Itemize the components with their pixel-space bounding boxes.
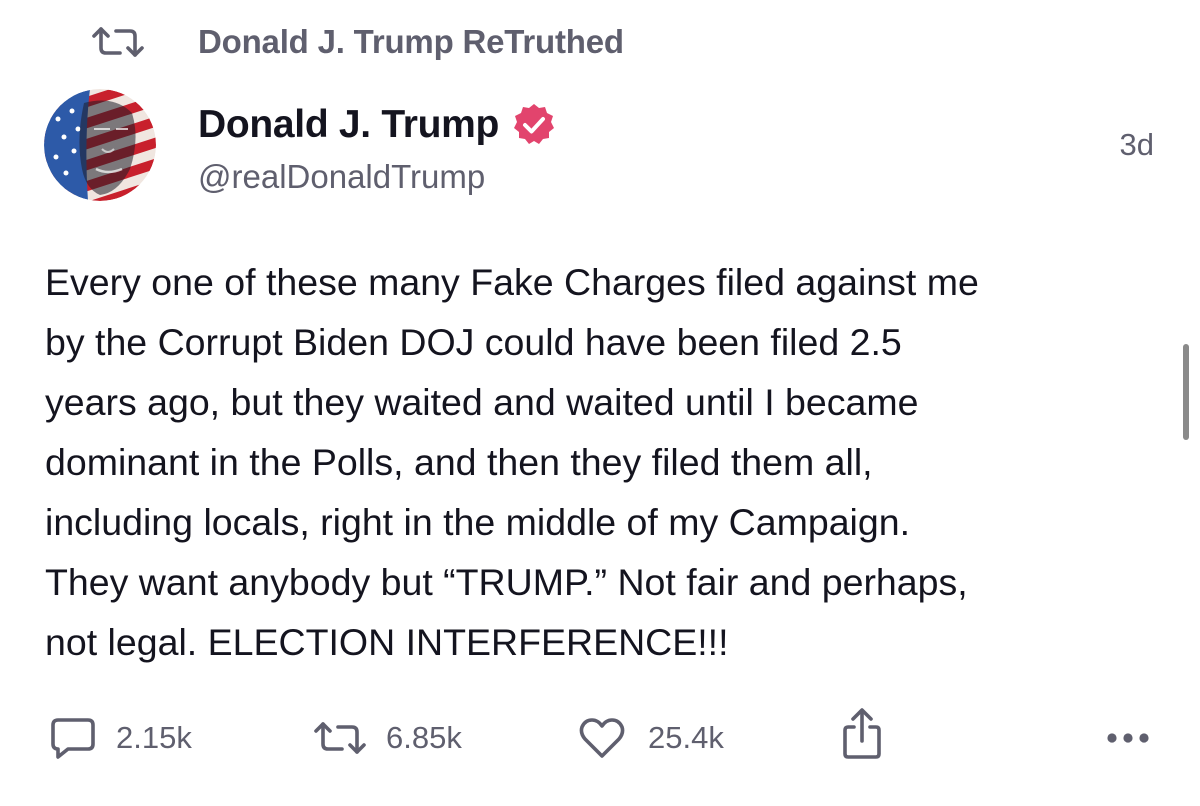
more-button[interactable] bbox=[1106, 712, 1150, 764]
post-body: Every one of these many Fake Charges fil… bbox=[45, 252, 1160, 672]
post-text-line: not legal. ELECTION INTERFERENCE!!! bbox=[45, 621, 729, 663]
like-count: 25.4k bbox=[648, 720, 724, 755]
retruth-icon bbox=[90, 22, 146, 62]
post-text-line: dominant in the Polls, and then they fil… bbox=[45, 441, 873, 483]
more-icon bbox=[1106, 732, 1150, 744]
share-icon bbox=[840, 707, 884, 761]
retruth-count: 6.85k bbox=[386, 720, 462, 755]
retruth-header[interactable]: Donald J. Trump ReTruthed bbox=[90, 18, 624, 66]
post-text-line: Every one of these many Fake Charges fil… bbox=[45, 261, 979, 303]
post-text-line: years ago, but they waited and waited un… bbox=[45, 381, 919, 423]
heart-icon bbox=[578, 716, 626, 760]
author-name-row[interactable]: Donald J. Trump bbox=[198, 98, 557, 152]
reply-button[interactable]: 2.15k bbox=[50, 712, 192, 764]
post-text-line: by the Corrupt Biden DOJ could have been… bbox=[45, 321, 902, 363]
post-text-line: They want anybody but “TRUMP.” Not fair … bbox=[45, 561, 968, 603]
retruth-button[interactable]: 6.85k bbox=[312, 712, 462, 764]
retruth-label: Donald J. Trump ReTruthed bbox=[198, 23, 624, 60]
verified-badge-icon bbox=[511, 102, 557, 148]
timestamp[interactable]: 3d bbox=[1120, 127, 1154, 163]
author-handle[interactable]: @realDonaldTrump bbox=[198, 158, 485, 196]
share-button[interactable] bbox=[840, 708, 884, 760]
like-button[interactable]: 25.4k bbox=[578, 712, 724, 764]
post-view: Donald J. Trump ReTruthed Donald J. Trum… bbox=[0, 0, 1200, 806]
scrollbar-thumb[interactable] bbox=[1183, 344, 1189, 440]
reply-count: 2.15k bbox=[116, 720, 192, 755]
post-text-line: including locals, right in the middle of… bbox=[45, 501, 911, 543]
avatar[interactable] bbox=[44, 89, 156, 201]
comment-icon bbox=[50, 716, 96, 760]
author-name[interactable]: Donald J. Trump bbox=[198, 103, 499, 147]
retruth-icon bbox=[312, 718, 368, 758]
